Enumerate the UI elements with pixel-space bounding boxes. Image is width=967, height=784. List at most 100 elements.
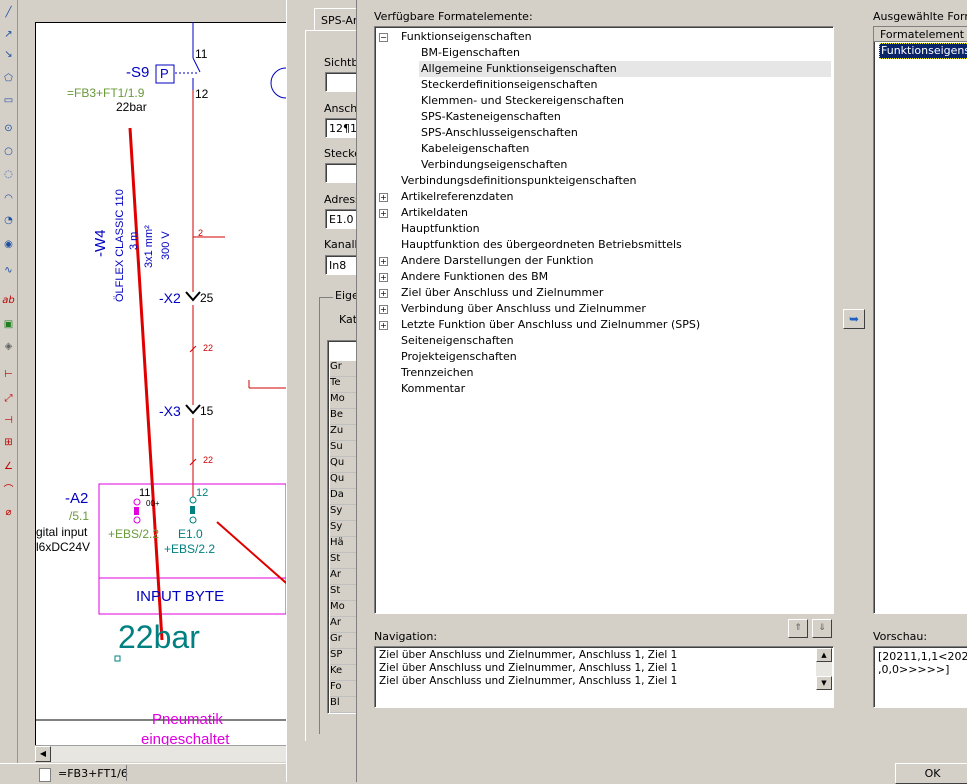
tree-item[interactable]: Andere Darstellungen der Funktion	[399, 253, 594, 269]
label-kategorie: Kat	[339, 313, 358, 326]
property-row[interactable]: Ke	[330, 665, 358, 681]
s9-box-label: P	[160, 66, 169, 81]
move-up-button[interactable]: ⇑	[788, 619, 808, 638]
preview-label: Vorschau:	[873, 630, 928, 643]
selected-element-item[interactable]: Funktionseigens...	[879, 43, 967, 59]
property-row[interactable]: St	[330, 553, 358, 569]
x3-label: -X3	[159, 403, 181, 419]
property-row[interactable]: SP	[330, 649, 358, 665]
tree-item[interactable]: Andere Funktionen des BM	[399, 269, 548, 285]
scroll-left-icon[interactable]: ◀	[35, 746, 51, 762]
available-elements-label: Verfügbare Formatelemente:	[374, 10, 533, 23]
property-row[interactable]: Mo	[330, 601, 358, 617]
tree-item[interactable]: BM-Eigenschaften	[419, 45, 520, 61]
property-row[interactable]: Be	[330, 409, 358, 425]
ok-button[interactable]: OK	[895, 763, 967, 784]
property-row[interactable]: Mo	[330, 393, 358, 409]
property-row[interactable]: Hä	[330, 537, 358, 553]
pin-12: 12	[196, 487, 209, 499]
tree-item[interactable]: Verbindungseigenschaften	[419, 157, 567, 173]
property-row[interactable]: Da	[330, 489, 358, 505]
available-elements-tree[interactable]: − Funktionseigenschaften BM-Eigenschaften A…	[374, 26, 834, 614]
tree-item[interactable]: Hauptfunktion	[399, 221, 480, 237]
navigation-label: Navigation:	[374, 630, 438, 643]
label-anschluss: Anschl	[324, 102, 361, 115]
property-row[interactable]: Fo	[330, 681, 358, 697]
property-row[interactable]: Ar	[330, 569, 358, 585]
tree-item[interactable]: Trennzeichen	[399, 365, 473, 381]
property-row[interactable]: Qu	[330, 457, 358, 473]
adresse-value: E1.0	[329, 213, 354, 226]
x3-terminal: 15	[200, 404, 214, 418]
tree-item[interactable]: Artikelreferenzdaten	[399, 189, 513, 205]
expand-icon[interactable]: +	[379, 257, 388, 266]
tree-item[interactable]: Ziel über Anschluss und Zielnummer	[399, 285, 603, 301]
plc-connection-dialog: SPS-An Sichtba Anschl 12¶1 Stecke Adress…	[286, 0, 365, 782]
navigation-scrollbar[interactable]: ▲ ▼	[816, 648, 832, 690]
properties-table[interactable]: Gr Te Mo Be Zu Su Qu Qu Da Sy Sy Hä St Ar St Mo Ar Gr SP Ke…	[327, 340, 359, 714]
property-row[interactable]: Gr	[330, 361, 358, 377]
tree-item[interactable]: Seiteneigenschaften	[399, 333, 514, 349]
property-row[interactable]: Gr	[330, 633, 358, 649]
tree-item[interactable]: Artikeldaten	[399, 205, 468, 221]
tree-item[interactable]: Letzte Funktion über Anschluss und Zieln…	[399, 317, 700, 333]
page-path: =FB3+FT1/6	[58, 767, 128, 780]
tree-item[interactable]: Funktionseigenschaften	[399, 29, 532, 45]
property-row[interactable]: Sy	[330, 505, 358, 521]
property-row[interactable]: Bl	[330, 697, 358, 713]
collapse-icon[interactable]: −	[379, 33, 388, 42]
kanal-field[interactable]: In8	[325, 255, 359, 275]
tree-item[interactable]: SPS-Kasteneigenschaften	[419, 109, 561, 125]
selected-elements-list[interactable]: Formatelement Funktionseigens...	[873, 26, 967, 614]
property-row[interactable]: Ar	[330, 617, 358, 633]
property-row[interactable]: St	[330, 585, 358, 601]
x2-label: -X2	[159, 290, 181, 306]
stecker-field[interactable]	[325, 163, 359, 183]
tree-item[interactable]: SPS-Anschlusseigenschaften	[419, 125, 578, 141]
selected-header-label: Formatelement	[880, 28, 965, 41]
tree-item[interactable]: Klemmen- und Steckereigenschaften	[419, 93, 624, 109]
tree-item[interactable]: Kommentar	[399, 381, 465, 397]
expand-icon[interactable]: +	[379, 305, 388, 314]
tree-item[interactable]: Verbindung über Anschluss und Zielnummer	[399, 301, 646, 317]
status-field	[126, 765, 285, 781]
add-element-button[interactable]: ➥	[843, 309, 865, 329]
pin-11: 11	[139, 487, 151, 499]
property-row[interactable]: Su	[330, 441, 358, 457]
selected-list-header: Formatelement	[874, 27, 967, 42]
move-down-button[interactable]: ⇓	[812, 619, 832, 638]
expand-icon[interactable]: +	[379, 321, 388, 330]
expand-icon[interactable]: +	[379, 289, 388, 298]
navigation-box[interactable]: Ziel über Anschluss und Zielnummer, Ansc…	[374, 646, 834, 708]
property-row[interactable]: Sy	[330, 521, 358, 537]
ebs-ref-1: +EBS/2.2	[108, 527, 160, 541]
anschluss-value: 12¶1	[329, 122, 357, 135]
tree-item[interactable]: Allgemeine Funktionseigenschaften	[419, 61, 831, 77]
tree-item[interactable]: Hauptfunktion des übergeordneten Betrieb…	[399, 237, 682, 253]
kanal-value: In8	[329, 259, 347, 272]
tree-item[interactable]: Verbindungsdefinitionspunkteigenschaften	[399, 173, 637, 189]
scroll-up-icon[interactable]: ▲	[816, 648, 832, 662]
expand-icon[interactable]: +	[379, 209, 388, 218]
expand-icon[interactable]: +	[379, 273, 388, 282]
sichtbar-field[interactable]	[325, 72, 359, 92]
property-row[interactable]: Te	[330, 377, 358, 393]
cable-cross-section: 3x1 mm²	[143, 225, 155, 268]
pneumatik-label: Pneumatik	[152, 711, 223, 728]
pin-e10: E1.0	[178, 527, 203, 541]
wire-number-3: 22	[203, 455, 214, 465]
tree-item[interactable]: Projekteigenschaften	[399, 349, 517, 365]
tree-item[interactable]: Steckerdefinitionseigenschaften	[419, 77, 597, 93]
expand-icon[interactable]: +	[379, 193, 388, 202]
arrow-right-icon: ➥	[848, 312, 860, 326]
horizontal-scrollbar[interactable]: ◀	[35, 745, 286, 762]
scroll-down-icon[interactable]: ▼	[816, 676, 832, 690]
adresse-field[interactable]: E1.0	[325, 209, 359, 229]
tab-sps-anschluss[interactable]: SPS-An	[314, 8, 360, 31]
property-row[interactable]: Zu	[330, 425, 358, 441]
tab-sps-anschluss-label: SPS-An	[321, 14, 360, 27]
anschluss-field[interactable]: 12¶1	[325, 118, 359, 138]
property-row[interactable]: Qu	[330, 473, 358, 489]
selected-elements-label: Ausgewählte Forma	[873, 10, 967, 23]
tree-item[interactable]: Kabeleigenschaften	[419, 141, 529, 157]
